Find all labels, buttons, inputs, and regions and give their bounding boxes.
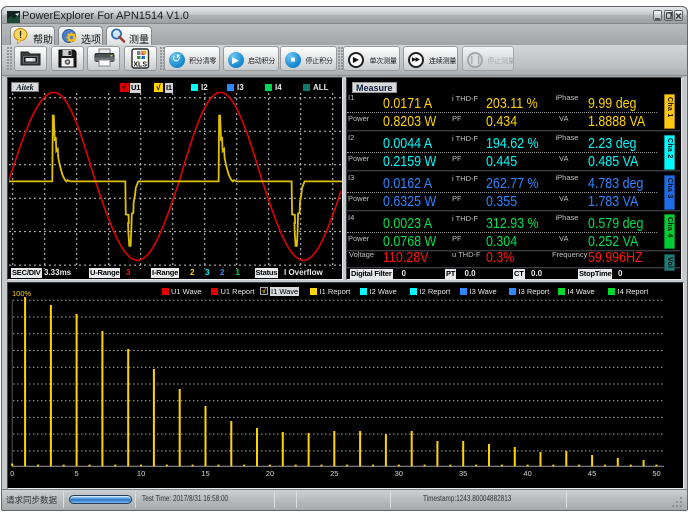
svg-text:10: 10 xyxy=(136,469,144,478)
svg-text:5: 5 xyxy=(74,469,78,478)
svg-text:40: 40 xyxy=(523,469,531,478)
svg-text:35: 35 xyxy=(459,469,467,478)
svg-text:!: ! xyxy=(19,30,22,41)
svg-text:25: 25 xyxy=(330,469,338,478)
svg-text:XLS: XLS xyxy=(133,61,147,68)
svg-text:20: 20 xyxy=(265,469,273,478)
svg-text:45: 45 xyxy=(587,469,595,478)
svg-text:30: 30 xyxy=(394,469,402,478)
svg-text:15: 15 xyxy=(201,469,209,478)
svg-text:0: 0 xyxy=(10,469,14,478)
svg-text:50: 50 xyxy=(652,469,660,478)
